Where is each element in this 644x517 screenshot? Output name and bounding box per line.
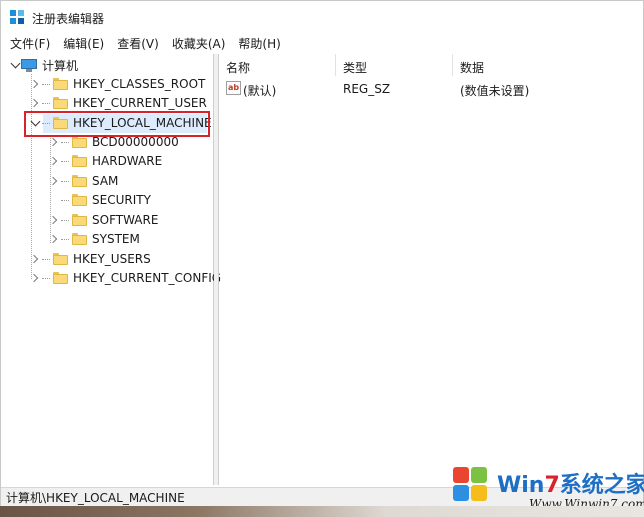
expand-arrow-icon[interactable] xyxy=(29,250,41,268)
folder-icon xyxy=(72,155,87,167)
tree-node-label: 计算机 xyxy=(42,58,79,73)
tree-node-hardware[interactable]: HARDWARE xyxy=(48,152,162,170)
expand-arrow-icon[interactable] xyxy=(48,172,60,190)
computer-icon xyxy=(21,58,37,72)
watermark-brand: Win7系统之家 xyxy=(497,473,644,498)
column-header-name[interactable]: 名称 xyxy=(226,59,250,76)
folder-icon xyxy=(72,233,87,245)
value-type: REG_SZ xyxy=(343,82,391,96)
folder-icon xyxy=(72,214,87,226)
tree-node-label: HKEY_CLASSES_ROOT xyxy=(73,77,206,91)
ab-string-icon: ab xyxy=(226,81,241,95)
expand-arrow-icon[interactable] xyxy=(29,94,41,112)
column-separator[interactable] xyxy=(452,54,453,76)
tree-node-software[interactable]: SOFTWARE xyxy=(48,211,158,229)
value-data: (数值未设置) xyxy=(460,84,530,98)
tree-node-label: SOFTWARE xyxy=(92,213,159,227)
tree-node-label: SYSTEM xyxy=(92,232,140,246)
desktop-background-strip xyxy=(0,506,644,517)
menu-bar: 文件(F) 编辑(E) 查看(V) 收藏夹(A) 帮助(H) xyxy=(1,33,643,53)
tree-node-label: SAM xyxy=(92,174,119,188)
menu-view[interactable]: 查看(V) xyxy=(117,35,159,52)
column-header-data[interactable]: 数据 xyxy=(460,59,484,76)
menu-favorites[interactable]: 收藏夹(A) xyxy=(172,35,226,52)
values-list-pane[interactable]: 名称 类型 数据 ab (默认) REG_SZ (数值未设置) xyxy=(218,54,643,485)
expand-arrow-icon[interactable] xyxy=(29,75,41,93)
registry-editor-icon xyxy=(10,10,25,25)
status-path: 计算机\HKEY_LOCAL_MACHINE xyxy=(6,491,185,505)
tree-node-label: HKEY_CURRENT_CONFIG xyxy=(73,271,222,285)
windows-logo-icon xyxy=(453,467,491,505)
tree-node-sam[interactable]: SAM xyxy=(48,172,118,190)
expand-arrow-icon[interactable] xyxy=(29,269,41,287)
tree-node-label: SECURITY xyxy=(92,193,151,207)
expand-arrow-icon[interactable] xyxy=(48,230,60,248)
menu-file[interactable]: 文件(F) xyxy=(10,35,50,52)
expand-arrow-icon[interactable] xyxy=(48,152,60,170)
tree-node-hkey-users[interactable]: HKEY_USERS xyxy=(29,250,151,268)
window-title: 注册表编辑器 xyxy=(32,12,105,26)
collapse-arrow-icon[interactable] xyxy=(9,56,21,74)
column-separator[interactable] xyxy=(335,54,336,76)
menu-help[interactable]: 帮助(H) xyxy=(238,35,280,52)
tree-node-hkey-current-user[interactable]: HKEY_CURRENT_USER xyxy=(29,94,207,112)
tree-node-label: HKEY_USERS xyxy=(73,252,151,266)
registry-editor-window: 注册表编辑器 文件(F) 编辑(E) 查看(V) 收藏夹(A) 帮助(H) 计算… xyxy=(0,0,644,517)
column-header-type[interactable]: 类型 xyxy=(343,59,367,76)
tree-node-hkey-classes-root[interactable]: HKEY_CLASSES_ROOT xyxy=(29,75,205,93)
tree-node-computer[interactable]: 计算机 xyxy=(9,56,78,74)
expand-arrow-icon[interactable] xyxy=(48,211,60,229)
folder-icon xyxy=(72,194,87,206)
tree-node-label: HARDWARE xyxy=(92,154,163,168)
tree-node-label: HKEY_CURRENT_USER xyxy=(73,96,207,110)
menu-edit[interactable]: 编辑(E) xyxy=(63,35,104,52)
folder-icon xyxy=(72,136,87,148)
tree-node-hkey-current-config[interactable]: HKEY_CURRENT_CONFIG xyxy=(29,269,221,287)
folder-icon xyxy=(53,253,68,265)
annotation-highlight-box xyxy=(24,111,210,137)
tree-node-label: BCD00000000 xyxy=(92,135,179,149)
title-bar: 注册表编辑器 xyxy=(1,1,643,33)
tree-node-security[interactable]: SECURITY xyxy=(48,191,151,209)
value-name: (默认) xyxy=(243,84,277,98)
folder-icon xyxy=(53,78,68,90)
folder-icon xyxy=(53,272,68,284)
tree-node-system[interactable]: SYSTEM xyxy=(48,230,140,248)
folder-icon xyxy=(72,175,87,187)
folder-icon xyxy=(53,97,68,109)
